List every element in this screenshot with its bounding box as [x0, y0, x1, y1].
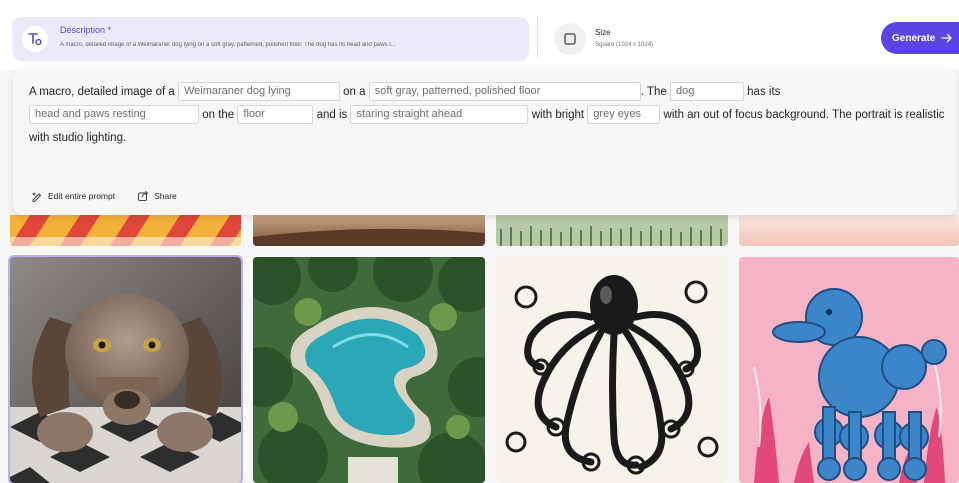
prompt-text-segment: . The — [640, 86, 667, 98]
edit-prompt-label: Edit entire prompt — [48, 191, 116, 201]
size-value[interactable]: Square (1024 x 1024) — [595, 42, 653, 48]
prompt-actions: Edit entire prompt Share — [31, 190, 177, 202]
top-bar: Description * A macro, detailed image of… — [0, 0, 959, 70]
prompt-editor: A macro, detailed image of a Weimaraner … — [13, 69, 957, 215]
gallery-thumbnail[interactable] — [739, 215, 959, 246]
share-button[interactable]: Share — [137, 190, 177, 202]
size-label: Size — [595, 28, 611, 37]
gallery-thumbnail[interactable] — [496, 215, 728, 246]
prompt-text-segment: and is — [316, 109, 348, 121]
description-summary: A macro, detailed image of a Weimaraner … — [60, 42, 396, 48]
prompt-text-segment: with bright — [531, 109, 585, 121]
arrow-right-icon — [941, 33, 953, 43]
gallery-thumbnail[interactable] — [10, 215, 241, 246]
gallery-image-poodle[interactable] — [739, 257, 959, 483]
prompt-slot-action[interactable]: staring straight ahead — [350, 105, 529, 125]
share-icon — [138, 191, 149, 201]
gallery-image-pool[interactable] — [253, 257, 485, 483]
generate-label: Generate — [892, 32, 936, 44]
prompt-text-segment: A macro, detailed image of a — [29, 86, 175, 98]
gallery-image-dog[interactable] — [8, 255, 243, 483]
prompt-slot-pose[interactable]: head and paws resting — [29, 105, 199, 125]
divider — [537, 16, 538, 58]
image-gallery — [0, 255, 959, 483]
text-t-icon — [22, 26, 48, 52]
prompt-text-segment: has its — [747, 86, 781, 98]
share-label: Share — [154, 191, 177, 201]
gallery-thumbnail[interactable] — [253, 215, 485, 246]
prompt-text-segment: on a — [343, 86, 366, 98]
description-field[interactable]: Description * A macro, detailed image of… — [12, 17, 529, 61]
prompt-text: A macro, detailed image of a Weimaraner … — [29, 81, 949, 150]
generate-button[interactable]: Generate — [881, 22, 959, 54]
size-button[interactable] — [554, 23, 586, 55]
prompt-slot-subject[interactable]: Weimaraner dog lying — [177, 82, 340, 102]
pen-sparkle-icon — [32, 192, 42, 202]
description-label: Description * — [60, 25, 112, 35]
prompt-slot-eyes[interactable]: grey eyes — [587, 105, 661, 125]
square-icon — [564, 33, 576, 45]
edit-prompt-button[interactable]: Edit entire prompt — [31, 190, 115, 202]
prompt-slot-animal[interactable]: dog — [669, 82, 744, 102]
gallery-previous-row — [0, 215, 959, 246]
prompt-slot-surface[interactable]: soft gray, patterned, polished floor — [368, 82, 641, 102]
gallery-image-octopus[interactable] — [496, 257, 728, 483]
prompt-slot-location[interactable]: floor — [237, 105, 314, 125]
prompt-text-segment: on the — [202, 109, 235, 121]
